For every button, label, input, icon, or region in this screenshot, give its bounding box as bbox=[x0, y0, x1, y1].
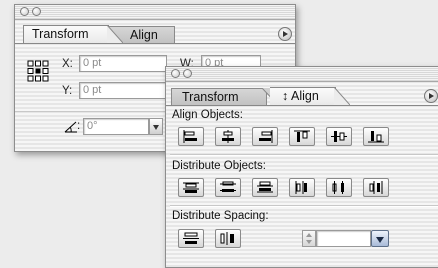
horizontal-distribute-center-button[interactable] bbox=[326, 178, 352, 197]
tab-align-label: ↕ Align bbox=[282, 89, 319, 103]
section-divider bbox=[170, 154, 438, 156]
vertical-align-center-button[interactable] bbox=[326, 127, 352, 146]
vertical-align-top-icon bbox=[294, 130, 310, 142]
close-button[interactable] bbox=[171, 69, 180, 78]
tab-align[interactable]: ↕ Align bbox=[270, 87, 336, 105]
transform-palette-titlebar[interactable] bbox=[15, 5, 295, 20]
spacing-field[interactable] bbox=[316, 230, 371, 247]
vertical-distribute-top-icon bbox=[183, 182, 199, 193]
spacing-dropdown-button[interactable] bbox=[371, 230, 389, 247]
distribute-spacing-label: Distribute Spacing: bbox=[172, 210, 269, 222]
zoom-button[interactable] bbox=[32, 7, 41, 16]
vertical-distribute-top-button[interactable] bbox=[178, 178, 204, 197]
horizontal-distribute-center-icon bbox=[332, 181, 344, 194]
x-field[interactable]: 0 pt bbox=[79, 55, 167, 72]
x-label: X: bbox=[62, 58, 73, 70]
horizontal-distribute-space-icon bbox=[220, 232, 234, 245]
horizontal-align-left-button[interactable] bbox=[178, 127, 204, 146]
horizontal-distribute-right-button[interactable] bbox=[363, 178, 389, 197]
vertical-distribute-space-button[interactable] bbox=[178, 229, 204, 248]
vertical-distribute-space-icon bbox=[183, 232, 199, 244]
stepper-up-icon bbox=[306, 233, 312, 237]
tab-transform-label: Transform bbox=[182, 90, 239, 104]
tab-separator bbox=[334, 87, 350, 105]
zoom-button[interactable] bbox=[183, 69, 192, 78]
horizontal-align-center-icon bbox=[222, 130, 234, 143]
distribute-objects-label: Distribute Objects: bbox=[172, 160, 266, 172]
y-label: Y: bbox=[62, 85, 73, 97]
vertical-align-top-button[interactable] bbox=[289, 127, 315, 146]
tab-separator bbox=[107, 25, 123, 43]
tab-transform[interactable]: Transform bbox=[23, 25, 109, 43]
horizontal-align-right-icon bbox=[259, 130, 273, 143]
vertical-align-bottom-icon bbox=[368, 131, 384, 143]
vertical-distribute-center-icon bbox=[220, 181, 236, 192]
chevron-down-icon bbox=[376, 237, 384, 243]
section-divider bbox=[170, 205, 438, 207]
y-field[interactable]: 0 pt bbox=[79, 82, 167, 99]
tab-baseline bbox=[166, 105, 438, 106]
rotate-angle-field[interactable]: 0° bbox=[83, 118, 149, 135]
reference-point-icon[interactable] bbox=[27, 60, 49, 82]
angle-colon: : bbox=[77, 120, 81, 132]
palette-menu-button[interactable] bbox=[424, 89, 438, 103]
horizontal-align-right-button[interactable] bbox=[252, 127, 278, 146]
angle-dropdown-button[interactable] bbox=[149, 118, 163, 135]
rotate-angle-icon bbox=[64, 121, 77, 133]
align-palette: Transform ↕ Align Align Objects: Distrib… bbox=[165, 66, 438, 268]
chevron-down-icon bbox=[153, 125, 159, 130]
tab-transform-label: Transform bbox=[32, 27, 89, 41]
align-objects-label: Align Objects: bbox=[172, 109, 243, 121]
vertical-align-center-icon bbox=[331, 131, 347, 142]
horizontal-distribute-left-icon bbox=[295, 181, 307, 194]
horizontal-distribute-right-icon bbox=[369, 181, 383, 194]
palette-menu-button[interactable] bbox=[278, 27, 292, 41]
horizontal-distribute-left-button[interactable] bbox=[289, 178, 315, 197]
tab-transform[interactable]: Transform bbox=[171, 88, 267, 105]
stepper-down-icon bbox=[306, 240, 312, 244]
vertical-distribute-bottom-icon bbox=[257, 181, 273, 193]
vertical-distribute-bottom-button[interactable] bbox=[252, 178, 278, 197]
spacing-stepper[interactable] bbox=[302, 230, 316, 247]
horizontal-align-left-icon bbox=[183, 130, 197, 143]
tab-baseline bbox=[15, 43, 295, 44]
align-palette-titlebar[interactable] bbox=[166, 67, 438, 82]
close-button[interactable] bbox=[20, 7, 29, 16]
vertical-distribute-center-button[interactable] bbox=[215, 178, 241, 197]
horizontal-align-center-button[interactable] bbox=[215, 127, 241, 146]
horizontal-distribute-space-button[interactable] bbox=[215, 229, 241, 248]
vertical-align-bottom-button[interactable] bbox=[363, 127, 389, 146]
